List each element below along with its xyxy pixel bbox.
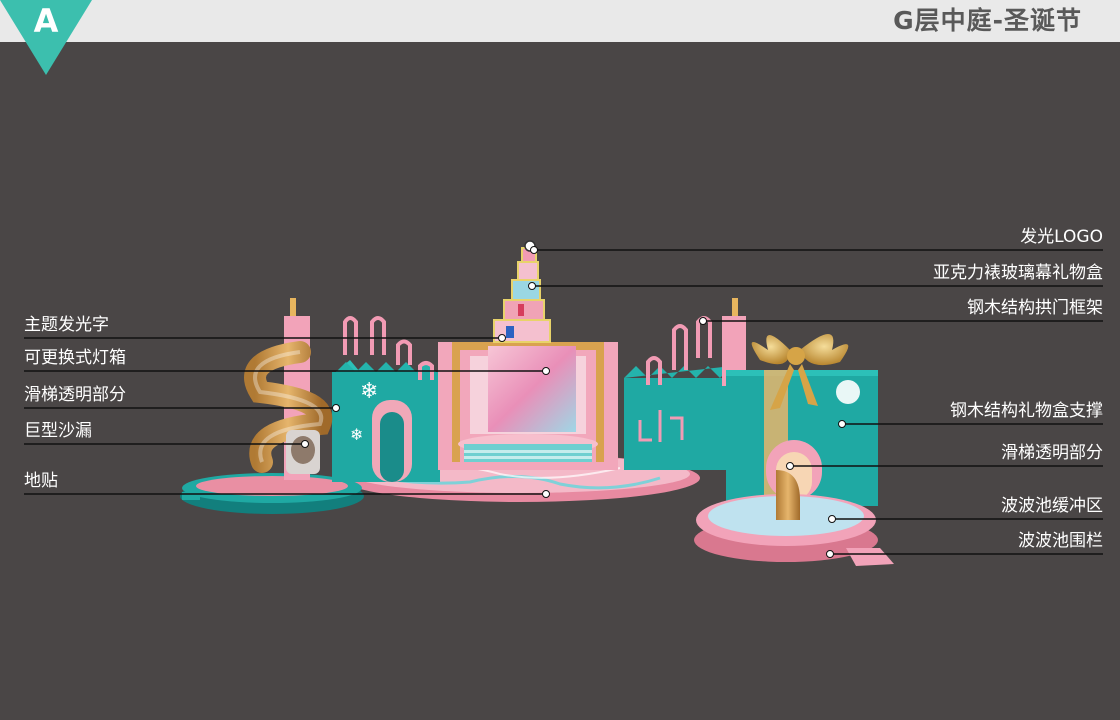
label-gift-box-support: 钢木结构礼物盒支撑	[950, 401, 1103, 421]
label-giant-hourglass: 巨型沙漏	[24, 421, 92, 441]
central-stage	[438, 342, 618, 470]
label-slide-transparent-part: 滑梯透明部分	[24, 385, 126, 405]
label-ball-pit-fence: 波波池围栏	[1018, 531, 1103, 551]
gift-box	[726, 334, 878, 506]
label-ball-pit-buffer: 波波池缓冲区	[1001, 496, 1103, 516]
label-floor-sticker: 地贴	[24, 471, 58, 491]
label-arch-frame: 钢木结构拱门框架	[967, 298, 1103, 318]
installation-illustration: ❄ ❄	[24, 240, 1103, 566]
svg-text:❄: ❄	[350, 425, 363, 444]
svg-text:❄: ❄	[360, 379, 378, 404]
label-glow-logo: 发光LOGO	[1020, 227, 1103, 247]
gift-tower	[493, 240, 551, 343]
label-slide-transparent-part-right: 滑梯透明部分	[1001, 443, 1103, 463]
label-theme-glow-text: 主题发光字	[24, 315, 109, 335]
label-replaceable-lightbox: 可更换式灯箱	[24, 348, 126, 368]
label-acrylic-gift-box: 亚克力裱玻璃幕礼物盒	[933, 263, 1103, 283]
